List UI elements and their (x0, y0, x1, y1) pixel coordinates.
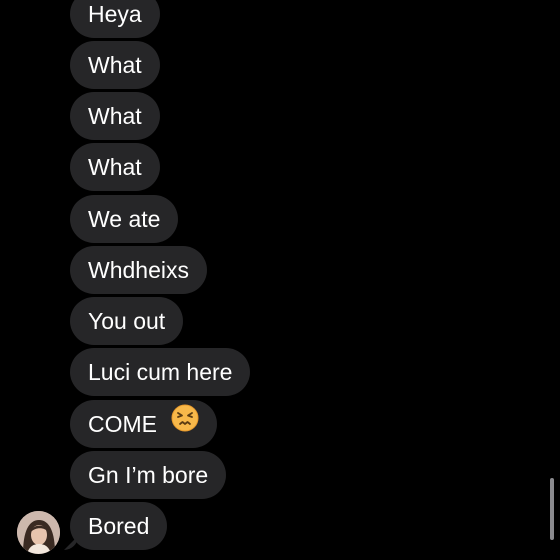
message-bubble[interactable]: Gn I’m bore (70, 451, 227, 499)
message-text: Whdheixs (88, 257, 189, 283)
message-text: Heya (88, 1, 142, 27)
message-bubble[interactable]: COME (70, 400, 218, 448)
message-text: Bored (88, 513, 150, 539)
confounded-face-emoji-icon (171, 400, 199, 448)
message-thread[interactable]: Heya What What What We ate Whdheixs You … (0, 0, 560, 560)
message-bubble[interactable]: Luci cum here (70, 348, 251, 396)
sender-avatar[interactable] (17, 511, 60, 554)
message-text: Gn I’m bore (88, 462, 209, 488)
message-bubble[interactable]: You out (70, 297, 184, 345)
message-bubble[interactable]: What (70, 92, 160, 140)
message-bubble[interactable]: What (70, 41, 160, 89)
message-text: Luci cum here (88, 359, 233, 385)
message-bubble[interactable]: We ate (70, 195, 179, 243)
message-text: What (88, 103, 142, 129)
message-text: We ate (88, 206, 161, 232)
message-bubble[interactable]: What (70, 143, 160, 191)
message-text: COME (88, 411, 157, 437)
message-bubble[interactable]: Whdheixs (70, 246, 207, 294)
message-text: You out (88, 308, 166, 334)
message-bubble[interactable]: Bored (70, 502, 168, 550)
message-bubble[interactable]: Heya (70, 0, 160, 38)
message-text: What (88, 154, 142, 180)
scrollbar-thumb[interactable] (550, 478, 554, 540)
message-text: What (88, 52, 142, 78)
